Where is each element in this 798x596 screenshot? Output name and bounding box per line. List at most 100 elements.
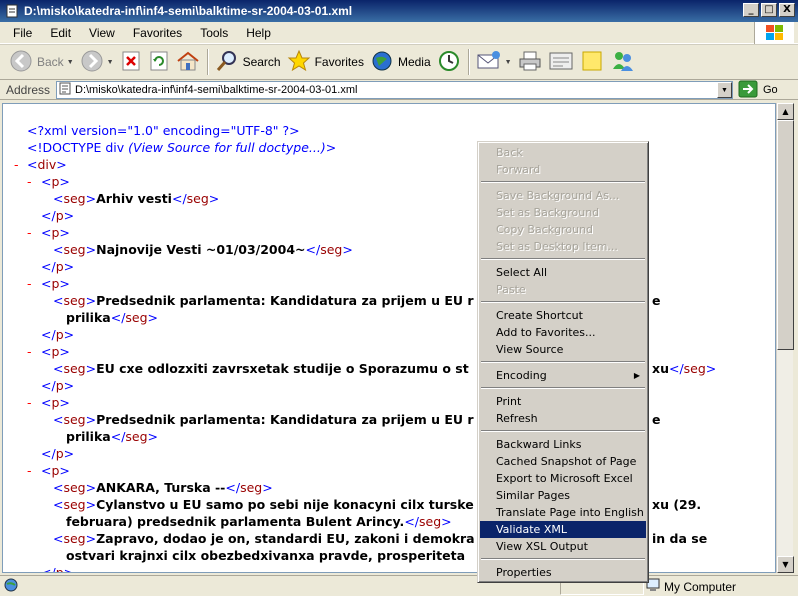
ctx-save-background[interactable]: Save Background As... — [480, 187, 646, 204]
ctx-refresh[interactable]: Refresh — [480, 410, 646, 427]
print-button[interactable] — [515, 47, 545, 77]
toolbar: Back ▼ ▼ Search Favorites Media ▼ — [0, 44, 798, 80]
edit-button[interactable] — [545, 47, 577, 77]
collapse-toggle[interactable]: - — [27, 462, 32, 479]
ctx-backward-links[interactable]: Backward Links — [480, 436, 646, 453]
go-label: Go — [763, 84, 778, 96]
refresh-button[interactable] — [145, 47, 173, 77]
seg-text-tail: xu (29. — [652, 497, 702, 512]
collapse-toggle[interactable]: - — [27, 394, 32, 411]
ctx-validate-xml[interactable]: Validate XML — [480, 521, 646, 538]
collapse-toggle[interactable]: - — [27, 224, 32, 241]
menu-file[interactable]: File — [4, 26, 41, 40]
go-button[interactable]: Go — [738, 80, 778, 100]
collapse-toggle[interactable]: - — [27, 173, 32, 190]
collapse-toggle[interactable]: - — [27, 343, 32, 360]
seg-text: Arhiv vesti — [96, 191, 172, 206]
back-dropdown-icon[interactable]: ▼ — [67, 59, 74, 66]
back-button[interactable]: Back ▼ — [6, 47, 77, 77]
home-button[interactable] — [173, 47, 203, 77]
ctx-set-desktop-item[interactable]: Set as Desktop Item... — [480, 238, 646, 255]
menu-help[interactable]: Help — [237, 26, 280, 40]
maximize-button[interactable]: □ — [761, 3, 777, 17]
ctx-properties[interactable]: Properties — [480, 564, 646, 581]
address-bar: Address D:\misko\katedra-inf\inf4-semi\b… — [0, 80, 798, 100]
ctx-paste[interactable]: Paste — [480, 281, 646, 298]
forward-button[interactable]: ▼ — [77, 47, 117, 77]
seg-element: <seg>ANKARA, Turska --</seg> — [53, 480, 273, 495]
address-label: Address — [6, 82, 51, 97]
mail-button[interactable]: ▼ — [473, 47, 515, 77]
xml-content-pane[interactable]: <?xml version="1.0" encoding="UTF-8" ?> … — [2, 103, 776, 573]
scroll-up-icon[interactable]: ▲ — [777, 103, 794, 120]
vertical-scrollbar[interactable]: ▲ ▼ — [776, 103, 794, 573]
ctx-translate-page[interactable]: Translate Page into English — [480, 504, 646, 521]
stop-icon — [120, 50, 142, 75]
search-button[interactable]: Search — [212, 47, 284, 77]
stop-button[interactable] — [117, 47, 145, 77]
menu-separator — [481, 430, 645, 432]
ctx-view-xsl-output[interactable]: View XSL Output — [480, 538, 646, 555]
discuss-button[interactable] — [577, 47, 607, 77]
ctx-cached-snapshot[interactable]: Cached Snapshot of Page — [480, 453, 646, 470]
collapse-toggle[interactable]: - — [27, 275, 32, 292]
windows-logo-icon — [754, 22, 794, 44]
seg-text-tail: in da se — [652, 531, 708, 546]
history-clock-icon — [437, 49, 461, 76]
address-input[interactable]: D:\misko\katedra-inf\inf4-semi\balktime-… — [56, 81, 733, 99]
ctx-view-source[interactable]: View Source — [480, 341, 646, 358]
document-icon — [4, 3, 20, 19]
ctx-create-shortcut[interactable]: Create Shortcut — [480, 307, 646, 324]
forward-dropdown-icon[interactable]: ▼ — [107, 59, 114, 66]
seg-element: <seg>Predsednik parlamenta: Kandidatura … — [53, 412, 474, 427]
media-button[interactable]: Media — [367, 47, 434, 77]
menu-separator — [481, 387, 645, 389]
mail-icon — [476, 50, 502, 75]
back-label: Back — [37, 55, 64, 69]
address-dropdown-icon[interactable]: ▼ — [717, 82, 732, 98]
seg-text: Cylanstvo u EU samo po sebi nije konacyn… — [96, 497, 474, 512]
seg-text: Predsednik parlamenta: Kandidatura za pr… — [96, 293, 474, 308]
seg-element: <seg>Cylanstvo u EU samo po sebi nije ko… — [53, 497, 474, 512]
seg-element: <seg>Predsednik parlamenta: Kandidatura … — [53, 293, 474, 308]
p-close-tag: </p> — [41, 208, 75, 223]
favorites-label: Favorites — [314, 55, 364, 69]
menu-edit[interactable]: Edit — [41, 26, 80, 40]
ctx-back[interactable]: Back — [480, 144, 646, 161]
p-close-tag: </p> — [41, 446, 75, 461]
search-label: Search — [242, 55, 281, 69]
mail-dropdown-icon[interactable]: ▼ — [505, 59, 512, 66]
search-icon — [215, 49, 239, 76]
history-button[interactable] — [434, 47, 464, 77]
scroll-thumb[interactable] — [777, 120, 794, 350]
seg-text-tail: e — [652, 293, 661, 308]
xml-file-icon — [59, 82, 71, 98]
menu-view[interactable]: View — [80, 26, 124, 40]
close-button[interactable]: X — [779, 3, 795, 17]
toolbar-separator — [206, 49, 208, 75]
ctx-set-background[interactable]: Set as Background — [480, 204, 646, 221]
doctype-start: <!DOCTYPE div — [27, 140, 125, 155]
status-bar: My Computer — [0, 575, 798, 596]
ctx-print[interactable]: Print — [480, 393, 646, 410]
seg-element: <seg>Zapravo, dodao je on, standardi EU,… — [53, 531, 475, 546]
minimize-button[interactable]: _ — [743, 3, 759, 17]
ctx-add-to-favorites[interactable]: Add to Favorites... — [480, 324, 646, 341]
ctx-encoding[interactable]: Encoding ▶ — [480, 367, 646, 384]
ctx-similar-pages[interactable]: Similar Pages — [480, 487, 646, 504]
ctx-forward[interactable]: Forward — [480, 161, 646, 178]
seg-text-tail: e — [652, 412, 661, 427]
favorites-button[interactable]: Favorites — [284, 47, 367, 77]
home-icon — [176, 50, 200, 75]
messenger-button[interactable] — [607, 47, 639, 77]
title-bar: D:\misko\katedra-inf\inf4-semi\balktime-… — [0, 0, 798, 22]
ctx-export-excel[interactable]: Export to Microsoft Excel — [480, 470, 646, 487]
menu-tools[interactable]: Tools — [191, 26, 237, 40]
p-close-tag: </p> — [41, 378, 75, 393]
ctx-copy-background[interactable]: Copy Background — [480, 221, 646, 238]
ctx-select-all[interactable]: Select All — [480, 264, 646, 281]
menu-favorites[interactable]: Favorites — [124, 26, 191, 40]
doctype-end: > — [325, 140, 337, 155]
collapse-toggle[interactable]: - — [14, 156, 19, 173]
scroll-down-icon[interactable]: ▼ — [777, 556, 794, 573]
